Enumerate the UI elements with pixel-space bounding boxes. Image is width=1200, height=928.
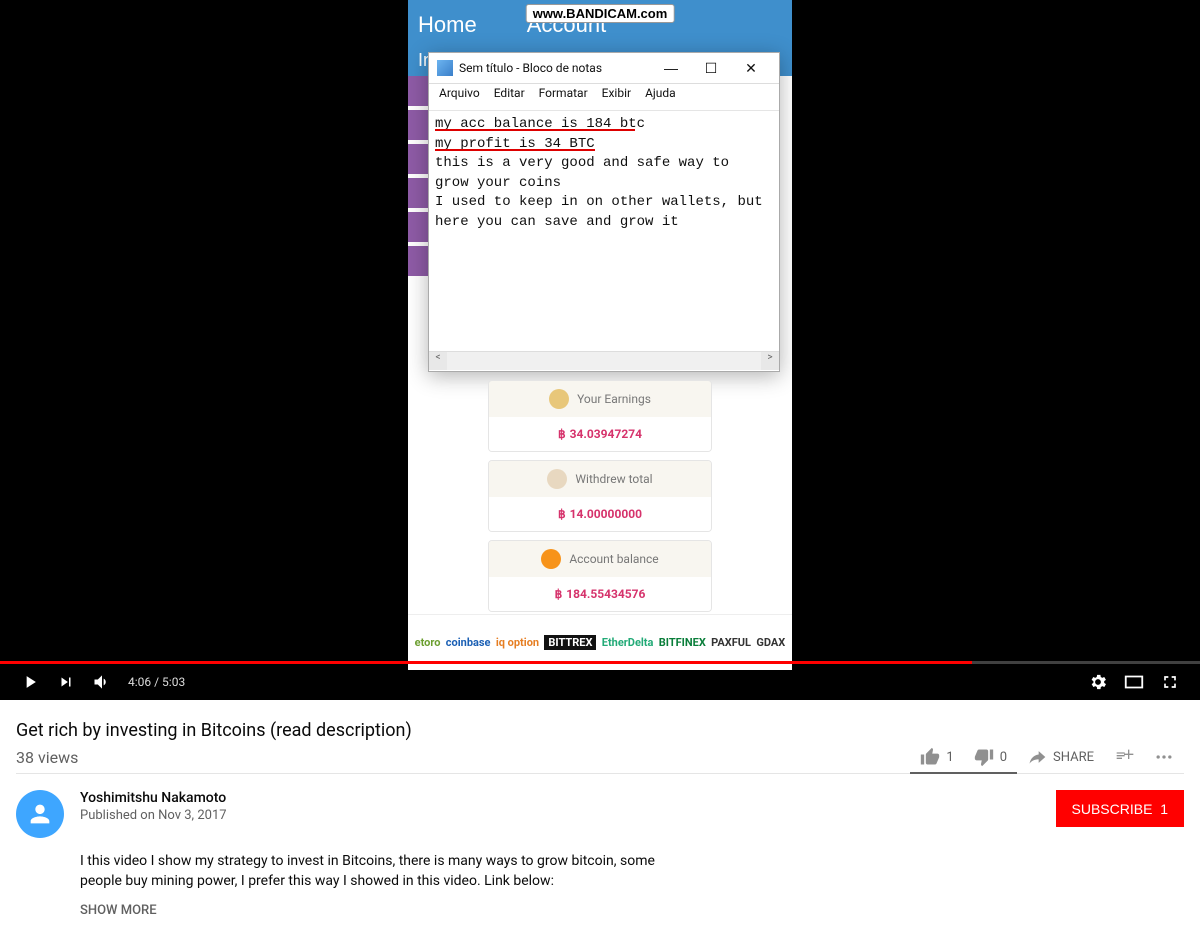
view-count: 38 views (16, 748, 78, 767)
notepad-icon (437, 60, 453, 76)
btc-symbol-icon: ฿ (555, 587, 563, 601)
earnings-label: Your Earnings (577, 392, 651, 406)
more-button[interactable] (1154, 747, 1174, 767)
channel-row: Yoshimitshu Nakamoto Published on Nov 3,… (16, 774, 1184, 838)
card-balance: Account balance ฿184.55434576 (488, 540, 712, 612)
subscribe-button[interactable]: SUBSCRIBE 1 (1056, 790, 1185, 827)
card-withdrew: Withdrew total ฿ 14.00000000 (488, 460, 712, 532)
balance-label: Account balance (569, 552, 658, 566)
like-count: 1 (946, 750, 953, 765)
person-icon (26, 800, 54, 828)
video-description: I this video I show my strategy to inves… (80, 852, 700, 891)
video-player[interactable]: Home Account Investment Plans Support ww… (0, 0, 1200, 700)
maximize-button[interactable]: ☐ (691, 60, 731, 77)
np-line: this is a very good and safe way to (435, 154, 773, 174)
dislike-button[interactable]: 0 (974, 747, 1007, 767)
theater-button[interactable] (1116, 664, 1152, 700)
notepad-textarea[interactable]: my acc balance is 184 btc my profit is 3… (429, 111, 779, 351)
earnings-value: 34.03947274 (570, 427, 642, 441)
channel-name[interactable]: Yoshimitshu Nakamoto (80, 790, 227, 806)
fullscreen-button[interactable] (1152, 664, 1188, 700)
menu-editar[interactable]: Editar (494, 86, 525, 108)
meta-row: 38 views 1 0 SHARE (16, 747, 1184, 774)
withdrew-value: 14.00000000 (570, 507, 642, 521)
current-time: 4:06 (128, 675, 151, 689)
thumbs-up-icon (920, 747, 940, 767)
logo-iqoption: iq option (496, 636, 539, 649)
red-underline-2 (435, 149, 595, 151)
scroll-left-icon[interactable]: < (429, 352, 447, 370)
logo-etoro: etoro (415, 636, 441, 649)
btc-symbol-icon: ฿ (558, 507, 566, 521)
menu-arquivo[interactable]: Arquivo (439, 86, 480, 108)
sub-count: 1 (1160, 801, 1168, 817)
playlist-add-icon (1114, 747, 1134, 767)
withdrew-label: Withdrew total (575, 472, 652, 486)
logo-gdax: GDAX (756, 636, 785, 649)
show-more-button[interactable]: SHOW MORE (80, 903, 1184, 918)
save-button[interactable] (1114, 747, 1134, 767)
logo-coinbase: coinbase (446, 636, 491, 649)
share-label: SHARE (1053, 750, 1094, 765)
time-display: 4:06 / 5:03 (128, 675, 185, 689)
play-button[interactable] (12, 664, 48, 700)
btc-symbol-icon: ฿ (558, 427, 566, 441)
close-button[interactable]: ✕ (731, 60, 771, 77)
np-line: I used to keep in on other wallets, but (435, 193, 773, 213)
notepad-window: Sem título - Bloco de notas — ☐ ✕ Arquiv… (428, 52, 780, 372)
logo-bittrex: BITTREX (544, 635, 596, 650)
notepad-titlebar: Sem título - Bloco de notas — ☐ ✕ (429, 53, 779, 84)
menu-ajuda[interactable]: Ajuda (645, 86, 676, 108)
np-line: grow your coins (435, 174, 773, 194)
notepad-edit-icon (549, 389, 569, 409)
scroll-right-icon[interactable]: > (761, 352, 779, 370)
share-icon (1027, 747, 1047, 767)
notepad-menubar: Arquivo Editar Formatar Exibir Ajuda (429, 84, 779, 111)
np-line: my acc balance is 184 btc (435, 115, 773, 135)
settings-button[interactable] (1080, 664, 1116, 700)
np-line: here you can save and grow it (435, 213, 773, 233)
channel-info: Yoshimitshu Nakamoto Published on Nov 3,… (80, 790, 227, 838)
more-horiz-icon (1154, 747, 1174, 767)
below-player: Get rich by investing in Bitcoins (read … (0, 700, 1200, 928)
np-line: my profit is 34 BTC (435, 135, 773, 155)
nav-home: Home (418, 12, 477, 38)
duration: 5:03 (162, 675, 185, 689)
stats-cards: Your Earnings ฿ 34.03947274 Withdrew tota… (488, 380, 712, 620)
publish-date: Published on Nov 3, 2017 (80, 808, 227, 823)
bandicam-watermark: www.BANDICAM.com (526, 4, 675, 23)
menu-exibir[interactable]: Exibir (602, 86, 631, 108)
like-button[interactable]: 1 (920, 747, 953, 767)
notepad-title: Sem título - Bloco de notas (459, 61, 602, 75)
video-frame: Home Account Investment Plans Support ww… (408, 0, 792, 670)
channel-avatar[interactable] (16, 790, 64, 838)
player-controls: 4:06 / 5:03 (0, 664, 1200, 700)
next-button[interactable] (48, 664, 84, 700)
dislike-count: 0 (1000, 750, 1007, 765)
card-earnings: Your Earnings ฿ 34.03947274 (488, 380, 712, 452)
clipboard-icon (547, 469, 567, 489)
bitcoin-icon (541, 549, 561, 569)
logo-bitfinex: BITFINEX (659, 636, 706, 649)
volume-button[interactable] (84, 664, 120, 700)
logo-paxful: PAXFUL (711, 636, 751, 649)
notepad-scrollbar[interactable]: < > (429, 351, 779, 370)
thumbs-down-icon (974, 747, 994, 767)
logo-etherdelta: EtherDelta (602, 636, 654, 649)
balance-value: 184.55434576 (566, 587, 645, 601)
menu-formatar[interactable]: Formatar (539, 86, 588, 108)
video-title: Get rich by investing in Bitcoins (read … (16, 720, 1184, 741)
red-underline-1 (435, 129, 635, 131)
minimize-button[interactable]: — (651, 60, 691, 76)
share-button[interactable]: SHARE (1027, 747, 1094, 767)
